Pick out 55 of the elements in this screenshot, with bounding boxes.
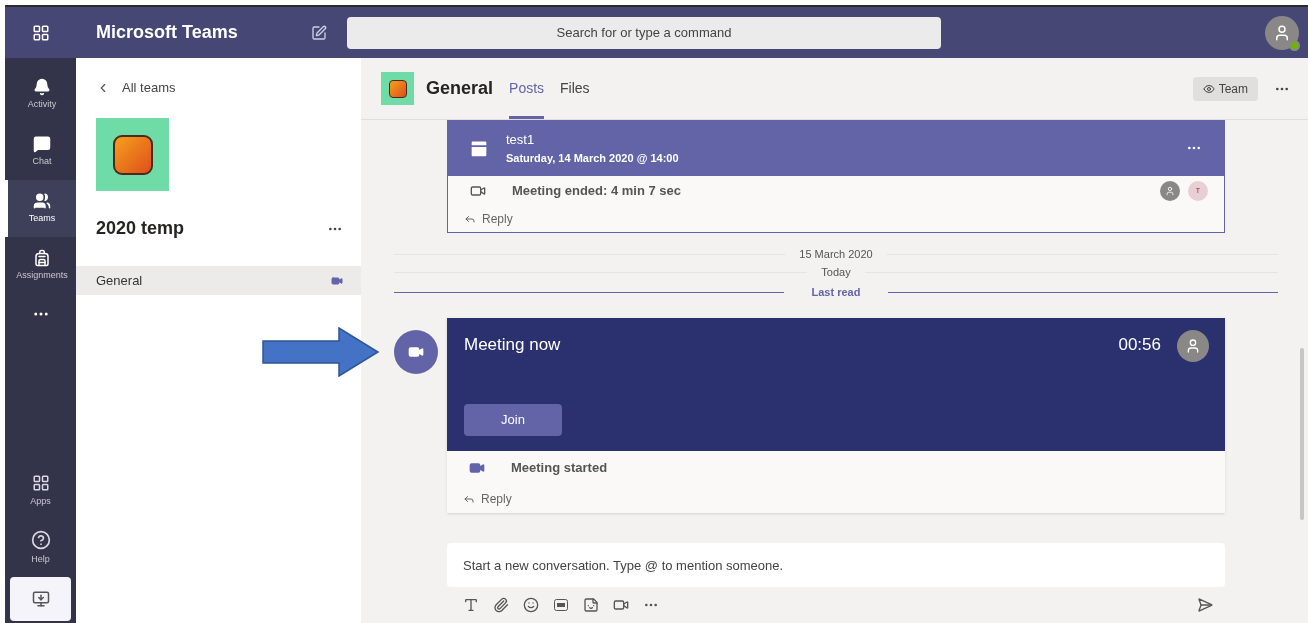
people-icon: [33, 191, 51, 210]
reply-icon: [464, 213, 476, 225]
meeting-timer: 00:56: [1118, 334, 1161, 356]
person-icon: [1273, 23, 1291, 42]
scrollbar[interactable]: [1300, 348, 1304, 520]
sticker-icon[interactable]: [583, 597, 599, 613]
format-icon[interactable]: [463, 597, 479, 613]
rail-item[interactable]: Teams: [5, 180, 76, 237]
send-icon[interactable]: [1197, 597, 1213, 613]
app-title: Microsoft Teams: [96, 21, 239, 44]
search-field[interactable]: Search for or type a command: [347, 16, 941, 49]
team-name: 2020 temp: [96, 217, 185, 240]
channel-logo: [381, 72, 414, 105]
channel-title: General: [426, 77, 494, 100]
date-separator: 15 March 2020: [798, 246, 874, 262]
compose-field[interactable]: Start a new conversation. Type @ to mention someone.: [447, 543, 1225, 587]
rail-item[interactable]: Activity: [5, 66, 76, 123]
camera-icon[interactable]: [613, 597, 629, 613]
channel-item[interactable]: General: [76, 266, 361, 295]
date-separator: Today: [820, 264, 852, 280]
camera-icon: [469, 460, 485, 476]
back-link[interactable]: All teams: [122, 78, 176, 98]
person-icon: [1185, 338, 1201, 354]
meeting-date: Saturday, 14 March 2020 @ 14:00: [506, 150, 679, 166]
meeting-status: Meeting started: [511, 459, 608, 478]
reply-button[interactable]: Reply: [448, 206, 513, 232]
bell-icon: [33, 77, 51, 96]
rail-item[interactable]: Assignments: [5, 237, 76, 294]
last-read-label: Last read: [810, 284, 862, 300]
app-launcher-icon[interactable]: [31, 23, 50, 42]
apps-icon: [31, 474, 50, 493]
join-button[interactable]: Join: [464, 404, 562, 436]
reply-button[interactable]: Reply: [447, 485, 512, 513]
help-icon: [30, 530, 51, 551]
person-icon: [1165, 186, 1175, 196]
meeting-title: test1: [506, 131, 536, 149]
rail-item[interactable]: Chat: [5, 123, 76, 180]
emoji-icon[interactable]: [523, 597, 539, 613]
avatar[interactable]: [1265, 15, 1299, 50]
compose-icon[interactable]: [311, 24, 327, 41]
attach-icon[interactable]: [493, 597, 509, 613]
team-button[interactable]: Team: [1192, 76, 1258, 101]
camera-icon: [408, 344, 424, 360]
gif-icon[interactable]: [553, 597, 569, 613]
chat-icon: [33, 134, 51, 153]
backpack-icon: [33, 248, 51, 267]
channel-tab[interactable]: Files: [560, 58, 590, 119]
meeting-status: Meeting ended: 4 min 7 sec: [512, 182, 682, 201]
reply-icon: [463, 493, 475, 505]
download-icon[interactable]: [31, 590, 50, 608]
meeting-title: Meeting now: [464, 334, 561, 356]
rail-item[interactable]: Help: [5, 520, 76, 577]
camera-icon: [470, 183, 486, 199]
eye-icon: [1202, 82, 1215, 95]
rail-item[interactable]: Apps: [5, 463, 76, 520]
